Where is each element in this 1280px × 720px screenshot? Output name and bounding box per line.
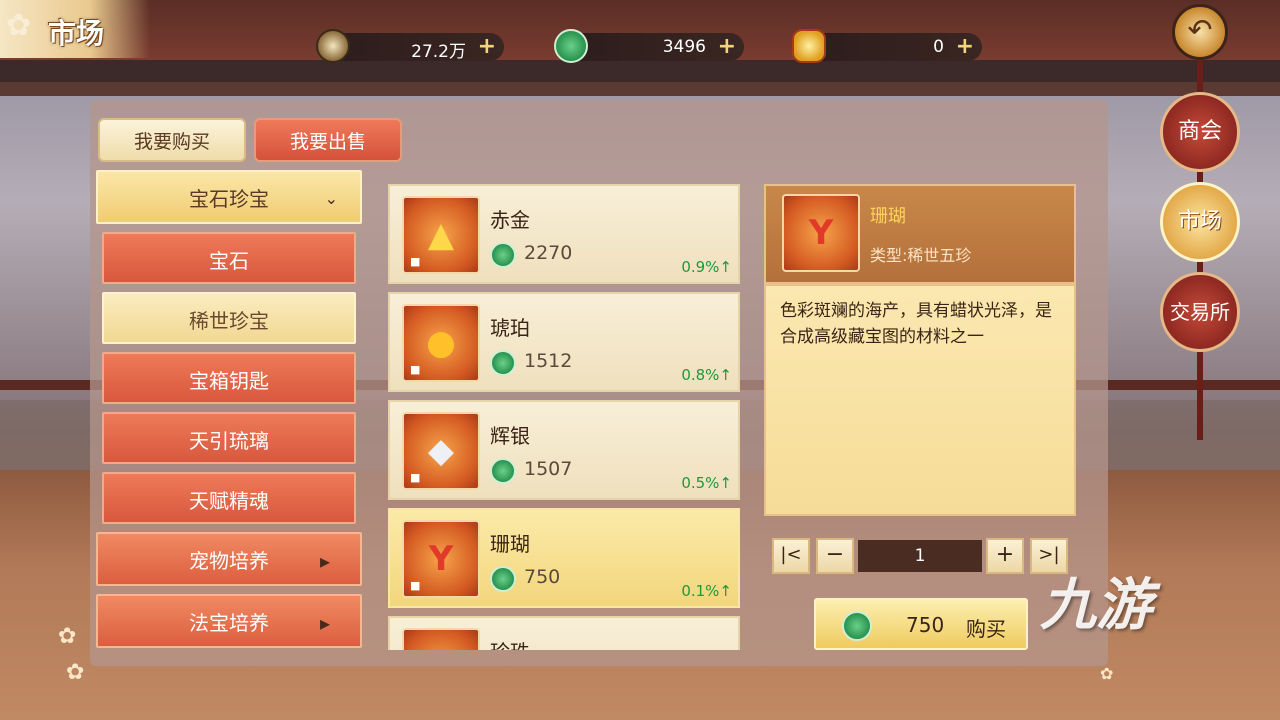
category-chest-key[interactable]: 宝箱钥匙 bbox=[102, 352, 356, 404]
item-price: 1512 bbox=[524, 350, 573, 372]
silver-crystal-icon: ◆ ■ bbox=[402, 412, 480, 490]
item-name: 琥珀 bbox=[490, 316, 530, 340]
resource-value: 27.2万 bbox=[411, 42, 466, 62]
item-name: 辉银 bbox=[490, 424, 530, 448]
jade-coin-icon bbox=[490, 566, 516, 592]
resource-copper: 27.2万 + bbox=[316, 29, 504, 63]
category-list: 宝石珍宝 ⌄ 宝石 稀世珍宝 宝箱钥匙 天引琉璃 天赋精魂 宠物培养 ▸ 法宝培… bbox=[96, 170, 366, 660]
list-item[interactable]: ○ 珍珠 bbox=[388, 616, 740, 650]
nav-chamber-of-commerce[interactable]: 商会 bbox=[1160, 92, 1240, 172]
flower-icon: ✿ bbox=[1100, 664, 1114, 683]
add-gold-button[interactable]: + bbox=[956, 34, 974, 59]
flower-icon: ✿ bbox=[66, 660, 85, 685]
buy-label: 购买 bbox=[966, 617, 1006, 641]
resource-value: 3496 bbox=[662, 37, 706, 57]
category-group-artifact[interactable]: 法宝培养 ▸ bbox=[96, 594, 362, 648]
back-arrow-icon: ↶ bbox=[1187, 13, 1213, 48]
coral-icon: Y bbox=[782, 194, 860, 272]
lock-icon: ■ bbox=[410, 363, 421, 376]
category-label: 宝石珍宝 bbox=[189, 187, 269, 211]
list-item-selected[interactable]: Y ■ 珊瑚 750 0.1%↑ bbox=[388, 508, 740, 608]
back-button[interactable]: ↶ bbox=[1172, 4, 1228, 60]
detail-type: 类型:稀世五珍 bbox=[870, 246, 972, 265]
category-glass[interactable]: 天引琉璃 bbox=[102, 412, 356, 464]
item-name: 珊瑚 bbox=[490, 532, 530, 556]
item-list[interactable]: ▲ ■ 赤金 2270 0.9%↑ ● ■ 琥珀 1512 0.8%↑ ◆ ■ … bbox=[388, 184, 740, 650]
quantity-first-button[interactable]: |< bbox=[772, 538, 810, 574]
coral-icon: Y ■ bbox=[402, 520, 480, 598]
category-rare-treasure[interactable]: 稀世珍宝 bbox=[102, 292, 356, 344]
item-trend: 0.8%↑ bbox=[681, 366, 732, 384]
quantity-plus-button[interactable]: + bbox=[986, 538, 1024, 574]
resource-value: 0 bbox=[933, 37, 944, 57]
category-label: 法宝培养 bbox=[189, 611, 269, 635]
flower-icon: ✿ bbox=[6, 8, 32, 43]
detail-header: Y 珊瑚 类型:稀世五珍 bbox=[764, 184, 1076, 284]
tab-sell[interactable]: 我要出售 bbox=[254, 118, 402, 162]
item-name: 赤金 bbox=[490, 208, 530, 232]
flower-icon: ✿ bbox=[58, 624, 77, 649]
jade-coin-icon bbox=[842, 611, 872, 641]
chevron-right-icon: ▸ bbox=[319, 549, 330, 573]
lock-icon: ■ bbox=[410, 471, 421, 484]
background-beam bbox=[0, 82, 1280, 96]
resource-jade: 3496 + bbox=[554, 29, 744, 63]
copper-coin-icon bbox=[316, 29, 350, 63]
buy-price: 750 bbox=[906, 613, 945, 637]
page-title: 市场 bbox=[48, 17, 105, 50]
jade-coin-icon bbox=[554, 29, 588, 63]
background-beam bbox=[0, 60, 1280, 82]
buy-button[interactable]: 750 购买 bbox=[814, 598, 1028, 650]
category-talent-soul[interactable]: 天赋精魂 bbox=[102, 472, 356, 524]
lock-icon: ■ bbox=[410, 255, 421, 268]
category-group-gems[interactable]: 宝石珍宝 ⌄ bbox=[96, 170, 362, 224]
jade-coin-icon bbox=[490, 350, 516, 376]
list-item[interactable]: ◆ ■ 辉银 1507 0.5%↑ bbox=[388, 400, 740, 500]
item-trend: 0.1%↑ bbox=[681, 582, 732, 600]
gold-ingot-icon: ▲ ■ bbox=[402, 196, 480, 274]
quantity-input[interactable]: 1 bbox=[858, 540, 982, 572]
add-jade-button[interactable]: + bbox=[718, 34, 736, 59]
list-item[interactable]: ● ■ 琥珀 1512 0.8%↑ bbox=[388, 292, 740, 392]
chevron-down-icon: ⌄ bbox=[324, 189, 338, 208]
detail-description: 色彩斑斓的海产，具有蜡状光泽，是合成高级藏宝图的材料之一 bbox=[764, 284, 1076, 516]
nav-exchange[interactable]: 交易所 bbox=[1160, 272, 1240, 352]
category-group-pet[interactable]: 宠物培养 ▸ bbox=[96, 532, 362, 586]
nav-market[interactable]: 市场 bbox=[1160, 182, 1240, 262]
category-label: 宠物培养 bbox=[189, 549, 269, 573]
lock-icon: ■ bbox=[410, 579, 421, 592]
item-price: 2270 bbox=[524, 242, 573, 264]
tab-buy[interactable]: 我要购买 bbox=[98, 118, 246, 162]
gold-ingot-icon bbox=[792, 29, 826, 63]
item-trend: 0.5%↑ bbox=[681, 474, 732, 492]
pearl-icon: ○ bbox=[402, 628, 480, 650]
jade-coin-icon bbox=[490, 458, 516, 484]
quantity-minus-button[interactable]: − bbox=[816, 538, 854, 574]
jade-coin-icon bbox=[490, 242, 516, 268]
detail-name: 珊瑚 bbox=[870, 206, 906, 227]
item-name: 珍珠 bbox=[490, 636, 530, 650]
resource-gold: 0 + bbox=[792, 29, 982, 63]
category-gem[interactable]: 宝石 bbox=[102, 232, 356, 284]
chevron-right-icon: ▸ bbox=[319, 611, 330, 635]
item-price: 750 bbox=[524, 566, 561, 588]
amber-icon: ● ■ bbox=[402, 304, 480, 382]
item-trend: 0.9%↑ bbox=[681, 258, 732, 276]
list-item[interactable]: ▲ ■ 赤金 2270 0.9%↑ bbox=[388, 184, 740, 284]
item-price: 1507 bbox=[524, 458, 573, 480]
watermark-logo: 九游 bbox=[1040, 573, 1152, 638]
add-copper-button[interactable]: + bbox=[478, 34, 496, 59]
